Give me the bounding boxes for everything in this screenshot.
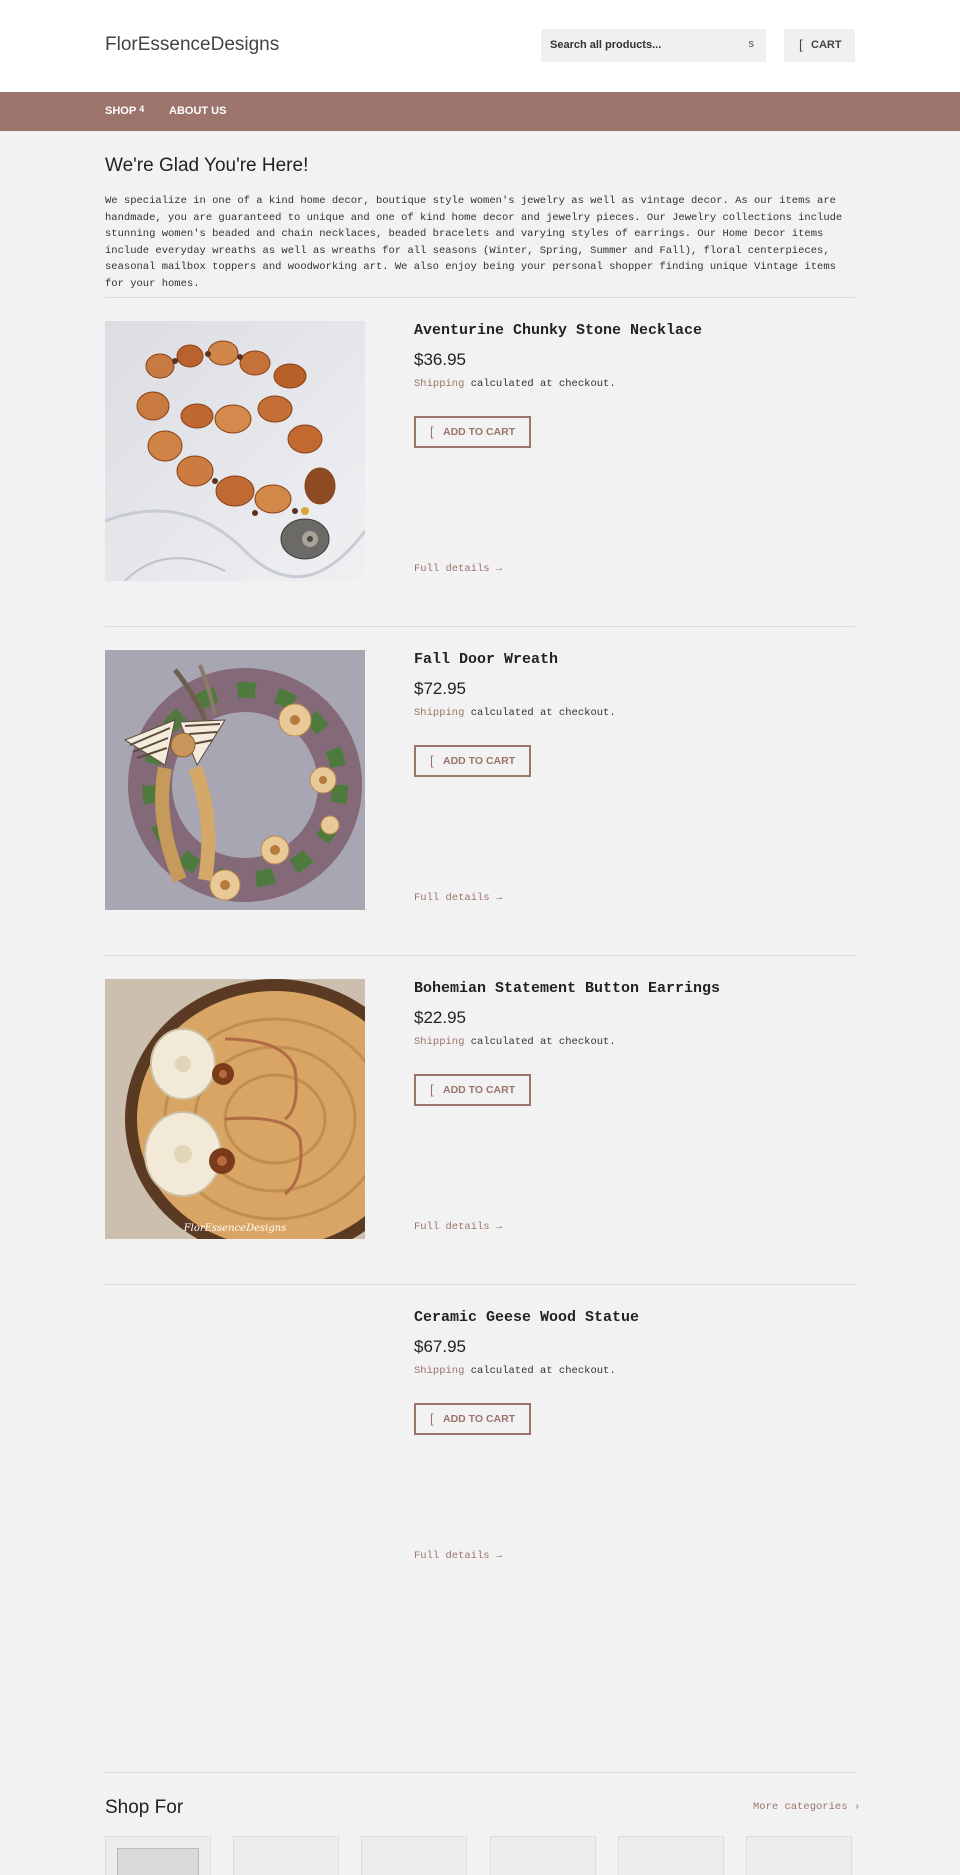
category-tile[interactable]: [618, 1836, 724, 1875]
add-to-cart-label: ADD TO CART: [443, 1084, 516, 1096]
add-to-cart-label: ADD TO CART: [443, 426, 516, 438]
shipping-note: Shipping calculated at checkout.: [414, 707, 616, 719]
category-tile[interactable]: [490, 1836, 596, 1875]
search-input[interactable]: Search all products... s: [541, 29, 766, 62]
shipping-link[interactable]: Shipping: [414, 707, 464, 719]
search-placeholder: Search all products...: [550, 39, 662, 51]
search-icon[interactable]: s: [749, 38, 755, 50]
category-tile[interactable]: [233, 1836, 339, 1875]
full-details-link[interactable]: Full details →: [414, 563, 502, 575]
shipping-note: Shipping calculated at checkout.: [414, 378, 616, 390]
cart-button[interactable]: [ CART: [784, 29, 855, 62]
shipping-link[interactable]: Shipping: [414, 1365, 464, 1377]
shipping-note: Shipping calculated at checkout.: [414, 1036, 616, 1048]
chevron-down-icon: 4: [139, 104, 145, 114]
product-title[interactable]: Aventurine Chunky Stone Necklace: [414, 322, 702, 339]
product-title[interactable]: Fall Door Wreath: [414, 651, 558, 668]
category-tile[interactable]: [746, 1836, 852, 1875]
shipping-link[interactable]: Shipping: [414, 378, 464, 390]
divider: [105, 297, 855, 298]
cart-icon: [: [430, 1411, 434, 1426]
add-to-cart-button[interactable]: [ ADD TO CART: [414, 1074, 531, 1106]
add-to-cart-button[interactable]: [ ADD TO CART: [414, 416, 531, 448]
product-price: $67.95: [414, 1337, 466, 1356]
category-thumbnail: [117, 1848, 199, 1875]
add-to-cart-label: ADD TO CART: [443, 755, 516, 767]
add-to-cart-label: ADD TO CART: [443, 1413, 516, 1425]
page-title: We're Glad You're Here!: [105, 155, 309, 176]
add-to-cart-button[interactable]: [ ADD TO CART: [414, 1403, 531, 1435]
shipping-link[interactable]: Shipping: [414, 1036, 464, 1048]
site-logo[interactable]: FlorEssenceDesigns: [105, 34, 279, 56]
nav-item-label: SHOP: [105, 105, 137, 117]
divider: [105, 1772, 855, 1773]
add-to-cart-button[interactable]: [ ADD TO CART: [414, 745, 531, 777]
shipping-text: calculated at checkout.: [464, 378, 616, 390]
shipping-note: Shipping calculated at checkout.: [414, 1365, 616, 1377]
divider: [105, 955, 855, 956]
category-tile[interactable]: [105, 1836, 211, 1875]
shop-for-heading: Shop For: [105, 1797, 184, 1818]
shipping-text: calculated at checkout.: [464, 1365, 616, 1377]
product-title[interactable]: Bohemian Statement Button Earrings: [414, 980, 720, 997]
more-categories-link[interactable]: More categories ›: [753, 1801, 860, 1813]
nav-item-shop[interactable]: SHOP 4: [105, 104, 145, 117]
watermark-text: FlorEssenceDesigns: [183, 1223, 287, 1234]
cart-icon: [: [430, 424, 434, 439]
full-details-link[interactable]: Full details →: [414, 1550, 502, 1562]
divider: [105, 1284, 855, 1285]
product-image-earrings[interactable]: FlorEssenceDesigns: [105, 979, 365, 1239]
category-tile[interactable]: [361, 1836, 467, 1875]
divider: [105, 626, 855, 627]
product-price: $72.95: [414, 679, 466, 698]
site-header: FlorEssenceDesigns Search all products..…: [0, 0, 960, 92]
cart-icon: [: [430, 1082, 434, 1097]
product-image-wreath[interactable]: [105, 650, 365, 910]
nav-item-about-us[interactable]: ABOUT US: [169, 105, 226, 117]
product-image-necklace[interactable]: [105, 321, 365, 581]
cart-icon: [: [799, 37, 803, 52]
main-nav: SHOP 4 ABOUT US: [0, 92, 960, 131]
cart-icon: [: [430, 753, 434, 768]
shipping-text: calculated at checkout.: [464, 1036, 616, 1048]
shipping-text: calculated at checkout.: [464, 707, 616, 719]
product-price: $22.95: [414, 1008, 466, 1027]
intro-text: We specialize in one of a kind home deco…: [105, 195, 843, 290]
full-details-link[interactable]: Full details →: [414, 1221, 502, 1233]
cart-label: CART: [811, 39, 842, 51]
full-details-link[interactable]: Full details →: [414, 892, 502, 904]
product-price: $36.95: [414, 350, 466, 369]
product-title[interactable]: Ceramic Geese Wood Statue: [414, 1309, 639, 1326]
